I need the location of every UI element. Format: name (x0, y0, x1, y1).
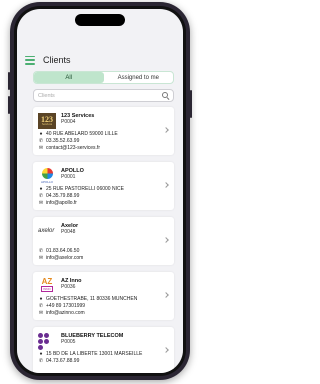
phone-bezel: Clients All Assigned to me 123 Services … (14, 6, 186, 376)
client-email[interactable]: info@apollo.fr (46, 200, 77, 206)
client-filter-tabs: All Assigned to me (33, 71, 174, 84)
blueberry-telecom-logo (38, 333, 54, 350)
search-icon[interactable] (162, 92, 169, 99)
phone-row[interactable]: ✆ 04.73.67.88.99 (38, 357, 142, 364)
email-row[interactable]: ✉ info@apollo.fr (38, 199, 124, 206)
client-email[interactable]: contact@123-services.fr (46, 145, 100, 151)
logo-text: AZ (41, 277, 53, 286)
email-icon: ✉ (38, 144, 44, 151)
az-inno-logo: AZ INNO (38, 278, 56, 294)
email-row[interactable]: ✉ info@axelor.com (38, 254, 83, 261)
chevron-right-icon[interactable] (163, 237, 169, 243)
email-icon: ✉ (38, 309, 44, 316)
client-card[interactable]: 123 Services 123 Services P0004 ● 40 RUE… (33, 107, 174, 155)
status-bar (17, 9, 183, 29)
client-address: 40 RUE ABELARD 59000 LILLE (46, 130, 118, 137)
phone-row[interactable]: ✆ 04.35.79.88.99 (38, 192, 124, 199)
volume-button (8, 96, 10, 114)
phone-icon: ✆ (38, 357, 44, 364)
phone-icon: ✆ (38, 192, 44, 199)
email-icon: ✉ (38, 199, 44, 206)
address-row: ● 40 RUE ABELARD 59000 LILLE (38, 130, 118, 137)
location-pin-icon: ● (39, 130, 43, 137)
dynamic-island (75, 14, 125, 26)
client-phone[interactable]: 04.73.67.88.99 (46, 358, 79, 364)
client-code: P0001 (61, 174, 76, 180)
chevron-right-icon[interactable] (163, 347, 169, 353)
search-bar (33, 89, 174, 102)
client-details: ● GOETHESTRABE, 11 80336 MUNCHEN ✆ +49 8… (38, 295, 137, 316)
client-address: 15 BD DE LA LIBERTE 13001 MARSEILLE (46, 350, 143, 357)
phone-icon: ✆ (38, 137, 44, 144)
apollo-mark-icon (41, 168, 53, 179)
logo-subtext: Services (41, 122, 53, 127)
client-phone[interactable]: 04.35.79.88.99 (46, 193, 79, 199)
client-list: 123 Services 123 Services P0004 ● 40 RUE… (33, 107, 174, 373)
search-input[interactable] (38, 92, 162, 99)
client-card[interactable]: axelor Axelor P0048 ✆ 01.83.64.06.50 ✉ i… (33, 217, 174, 265)
volume-button (8, 72, 10, 90)
client-card[interactable]: BLUEBERRY TELECOM P0005 ● 15 BD DE LA LI… (33, 327, 174, 373)
email-row[interactable]: ✉ contact@123-services.fr (38, 144, 118, 151)
email-icon: ✉ (38, 254, 44, 261)
app-screen: Clients All Assigned to me 123 Services … (17, 9, 183, 373)
apollo-logo: APOLLO (38, 168, 56, 184)
client-phone[interactable]: 03.35.52.63.99 (46, 138, 79, 144)
client-card[interactable]: APOLLO APOLLO P0001 ● 25 RUE PASTORELLI … (33, 162, 174, 210)
location-pin-icon: ● (39, 185, 43, 192)
chevron-right-icon[interactable] (163, 127, 169, 133)
phone-frame: Clients All Assigned to me 123 Services … (8, 2, 192, 380)
client-code: P0036 (61, 284, 76, 290)
client-details: ● 40 RUE ABELARD 59000 LILLE ✆ 03.35.52.… (38, 130, 118, 151)
client-code: P0005 (61, 339, 76, 345)
client-phone[interactable]: +49 89 17301999 (46, 303, 85, 309)
location-pin-icon: ● (39, 350, 43, 357)
chevron-right-icon[interactable] (163, 292, 169, 298)
phone-row[interactable]: ✆ 01.83.64.06.50 (38, 247, 83, 254)
address-row: ● 25 RUE PASTORELLI 06000 NICE (38, 185, 124, 192)
phone-row[interactable]: ✆ +49 89 17301999 (38, 302, 137, 309)
client-code: P0004 (61, 119, 76, 125)
client-details: ● 15 BD DE LA LIBERTE 13001 MARSEILLE ✆ … (38, 350, 142, 364)
client-details: ✆ 01.83.64.06.50 ✉ info@axelor.com (38, 240, 83, 261)
power-button (190, 90, 192, 118)
client-card[interactable]: AZ INNO AZ Inno P0036 ● GOETHESTRABE, 11… (33, 272, 174, 320)
chevron-right-icon[interactable] (163, 182, 169, 188)
location-pin-icon: ● (39, 295, 43, 302)
client-details: ● 25 RUE PASTORELLI 06000 NICE ✆ 04.35.7… (38, 185, 124, 206)
logo-text: axelor (38, 228, 55, 234)
client-address: GOETHESTRABE, 11 80336 MUNCHEN (46, 295, 138, 302)
address-row: ● 15 BD DE LA LIBERTE 13001 MARSEILLE (38, 350, 142, 357)
tab-assigned-to-me[interactable]: Assigned to me (104, 72, 174, 83)
menu-icon[interactable] (25, 55, 35, 65)
axelor-logo: axelor (38, 223, 56, 239)
client-phone[interactable]: 01.83.64.06.50 (46, 248, 79, 254)
tab-all[interactable]: All (34, 72, 104, 83)
phone-icon: ✆ (38, 302, 44, 309)
logo-text: APOLLO (40, 180, 53, 184)
email-row[interactable]: ✉ info@azinno.com (38, 309, 137, 316)
address-row: ● GOETHESTRABE, 11 80336 MUNCHEN (38, 295, 137, 302)
phone-icon: ✆ (38, 247, 44, 254)
123-services-logo: 123 Services (38, 113, 56, 129)
page-title: Clients (43, 55, 71, 65)
app-header: Clients (25, 53, 175, 67)
client-email[interactable]: info@azinno.com (46, 310, 85, 316)
client-email[interactable]: info@axelor.com (46, 255, 83, 261)
client-code: P0048 (61, 229, 76, 235)
address-row (38, 240, 83, 247)
phone-row[interactable]: ✆ 03.35.52.63.99 (38, 137, 118, 144)
logo-subtext: INNO (41, 286, 53, 292)
client-address: 25 RUE PASTORELLI 06000 NICE (46, 185, 124, 192)
